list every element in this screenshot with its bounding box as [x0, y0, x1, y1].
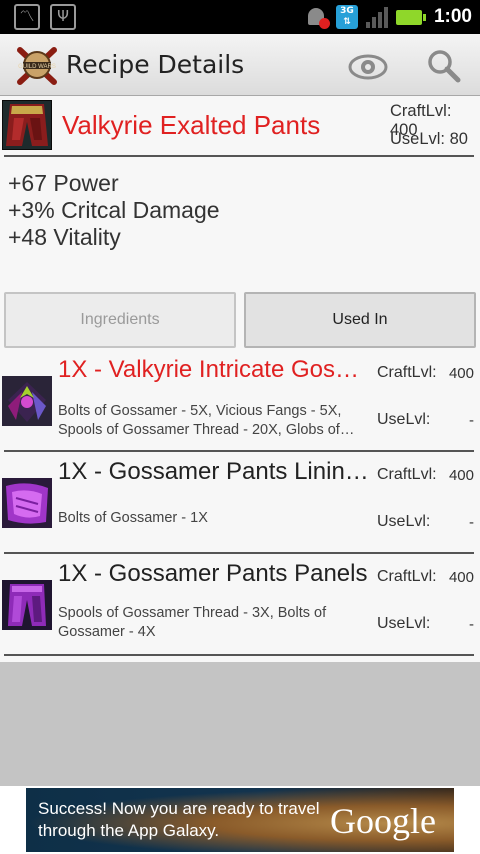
- eye-icon[interactable]: [347, 52, 389, 82]
- divider: [4, 155, 474, 157]
- item-name: Valkyrie Exalted Pants: [62, 110, 321, 140]
- stat-line: +48 Vitality: [8, 224, 121, 250]
- ad-banner[interactable]: Success! Now you are ready to travel thr…: [26, 788, 454, 852]
- ad-text: Success! Now you are ready to travel thr…: [38, 799, 320, 840]
- tab-used-in[interactable]: Used In: [244, 292, 476, 348]
- craft-level-label: CraftLvl:: [377, 568, 437, 585]
- use-level-value: -: [469, 514, 474, 531]
- recipe-row[interactable]: 1X - Gossamer Pants Panels Spools of Gos…: [0, 554, 480, 656]
- use-level-label: UseLvl:: [377, 513, 431, 530]
- tab-ingredients[interactable]: Ingredients: [4, 292, 236, 348]
- 3g-icon: 3G ⇅: [335, 5, 358, 29]
- recipe-title: 1X - Gossamer Pants Panels: [58, 560, 368, 587]
- recipe-thumbnail: [2, 580, 52, 630]
- recipe-row[interactable]: 1X - Valkyrie Intricate Gossamer Insigni…: [0, 350, 480, 452]
- craft-level-value: 400: [448, 365, 474, 382]
- guild-wars-logo[interactable]: GUILD WARS: [16, 44, 58, 86]
- divider: [4, 654, 474, 656]
- item-thumbnail: [1, 99, 53, 151]
- page-title: Recipe Details: [66, 50, 245, 79]
- craft-level-label: CraftLvl:: [377, 466, 437, 483]
- craft-level-value: 400: [448, 467, 474, 484]
- battery-icon: [395, 9, 426, 25]
- recipe-ingredients: Spools of Gossamer Thread - 3X, Bolts of…: [58, 605, 327, 640]
- stats-icon: 〽: [14, 4, 40, 30]
- ad-area: Success! Now you are ready to travel thr…: [0, 786, 480, 854]
- status-clock: 1:00: [433, 6, 472, 27]
- svg-text:GUILD WARS: GUILD WARS: [18, 64, 56, 70]
- recipe-ingredients: Bolts of Gossamer - 5X, Vicious Fangs - …: [58, 403, 342, 438]
- alarm-icon: [306, 6, 330, 29]
- item-stats: +67 Power +3% Critcal Damage +48 Vitalit…: [8, 170, 220, 251]
- recipe-ingredients: Bolts of Gossamer - 1X: [58, 510, 208, 526]
- recipe-thumbnail: [2, 478, 52, 528]
- recipe-row[interactable]: 1X - Gossamer Pants Linings Bolts of Gos…: [0, 452, 480, 554]
- craft-level-label: CraftLvl:: [377, 364, 437, 381]
- item-header: Valkyrie Exalted Pants CraftLvl: 400 Use…: [0, 96, 480, 156]
- recipe-title: 1X - Gossamer Pants Linings: [58, 458, 370, 485]
- stat-line: +67 Power: [8, 170, 119, 196]
- action-bar: GUILD WARS Recipe Details: [0, 34, 480, 96]
- use-level-value: -: [469, 616, 474, 633]
- recipe-thumbnail: [2, 376, 52, 426]
- recipe-title: 1X - Valkyrie Intricate Gossamer Insigni…: [58, 356, 370, 383]
- ad-brand: Google: [330, 801, 436, 841]
- usb-icon: Ψ: [50, 4, 76, 30]
- use-level-value: -: [469, 412, 474, 429]
- stat-line: +3% Critcal Damage: [8, 197, 220, 223]
- use-level-label: UseLvl:: [377, 615, 431, 632]
- signal-icon: [365, 6, 388, 28]
- item-use-level: UseLvl: 80: [390, 130, 468, 148]
- craft-level-value: 400: [448, 569, 474, 586]
- search-icon[interactable]: [426, 48, 462, 84]
- status-bar: 〽 Ψ 3G ⇅ 1:00: [0, 0, 480, 34]
- use-level-label: UseLvl:: [377, 411, 431, 428]
- recipe-content: Valkyrie Exalted Pants CraftLvl: 400 Use…: [0, 96, 480, 662]
